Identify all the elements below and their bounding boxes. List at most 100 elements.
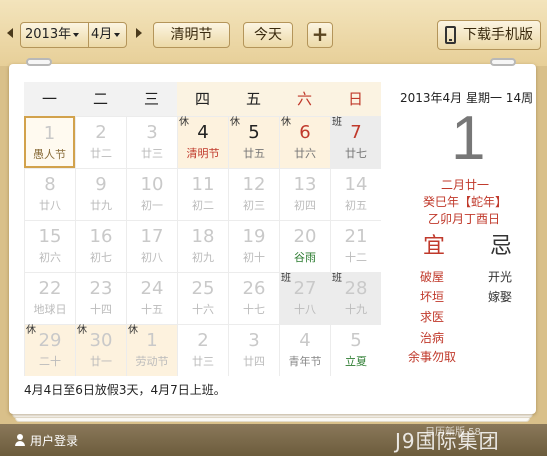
day-cell[interactable]: 8 廿八 bbox=[24, 168, 75, 220]
day-number: 3 bbox=[248, 330, 260, 351]
phone-icon bbox=[445, 26, 456, 44]
ji-title: 忌 bbox=[490, 234, 513, 259]
day-cell[interactable]: 班 27 十八 bbox=[279, 272, 330, 324]
day-number: 7 bbox=[350, 122, 362, 143]
day-lunar: 廿五 bbox=[243, 147, 265, 160]
day-cell[interactable]: 19 初十 bbox=[228, 220, 279, 272]
binder-clip-icon bbox=[26, 58, 52, 66]
day-cell[interactable]: 1 愚人节 bbox=[24, 116, 75, 168]
download-mobile-label: 下载手机版 bbox=[463, 27, 533, 43]
day-cell[interactable]: 4 青年节 bbox=[279, 324, 330, 376]
month-select[interactable]: 4月 bbox=[88, 23, 126, 47]
day-cell[interactable]: 17 初八 bbox=[126, 220, 177, 272]
day-lunar: 十七 bbox=[243, 303, 265, 316]
day-lunar: 廿三 bbox=[141, 147, 163, 160]
month-grid: 一二三四五六日 1 愚人节 2 廿二 3 廿三休 4 清明节休 5 廿五休 6 廿六班 7 廿七 8 廿八 9 廿九… bbox=[24, 82, 381, 380]
day-number: 15 bbox=[38, 226, 62, 247]
day-lunar: 十九 bbox=[345, 303, 367, 316]
day-number: 29 bbox=[38, 330, 62, 351]
add-button[interactable]: + bbox=[307, 22, 333, 48]
yi-item: 求医 bbox=[420, 310, 445, 324]
binder-clip-icon bbox=[490, 58, 516, 66]
day-cell[interactable]: 15 初六 bbox=[24, 220, 75, 272]
day-cell[interactable]: 2 廿二 bbox=[75, 116, 126, 168]
day-cell[interactable]: 12 初三 bbox=[228, 168, 279, 220]
yi-item: 坏垣 bbox=[420, 290, 445, 304]
day-cell[interactable]: 班 28 十九 bbox=[330, 272, 381, 324]
day-cell[interactable]: 23 十四 bbox=[75, 272, 126, 324]
weekday-header: 六 bbox=[279, 82, 330, 116]
day-number: 4 bbox=[299, 330, 311, 351]
day-lunar: 二十 bbox=[39, 355, 61, 368]
day-cell[interactable]: 休 4 清明节 bbox=[177, 116, 228, 168]
day-lunar: 地球日 bbox=[33, 303, 67, 316]
day-number: 3 bbox=[146, 122, 158, 143]
day-cell[interactable]: 休 29 二十 bbox=[24, 324, 75, 376]
holiday-note: 4月4日至6日放假3天，4月7日上班。 bbox=[24, 383, 226, 397]
day-cell[interactable]: 11 初二 bbox=[177, 168, 228, 220]
user-icon bbox=[14, 434, 26, 446]
day-cell[interactable]: 休 30 廿一 bbox=[75, 324, 126, 376]
day-cell[interactable]: 20 谷雨 bbox=[279, 220, 330, 272]
day-number: 5 bbox=[350, 330, 362, 351]
day-number: 2 bbox=[197, 330, 209, 351]
day-cell[interactable]: 休 1 劳动节 bbox=[126, 324, 177, 376]
day-number: 13 bbox=[293, 174, 317, 195]
day-cell[interactable]: 5 立夏 bbox=[330, 324, 381, 376]
day-number: 1 bbox=[146, 330, 158, 351]
day-number: 24 bbox=[140, 278, 164, 299]
day-cell[interactable]: 25 十六 bbox=[177, 272, 228, 324]
next-arrow-icon[interactable] bbox=[136, 28, 142, 38]
login-button[interactable]: 用户登录 bbox=[14, 432, 78, 449]
day-number: 2 bbox=[95, 122, 107, 143]
day-lunar: 初一 bbox=[141, 199, 163, 212]
day-cell[interactable]: 22 地球日 bbox=[24, 272, 75, 324]
day-lunar: 廿一 bbox=[90, 355, 112, 368]
day-lunar: 初二 bbox=[192, 199, 214, 212]
day-cell[interactable]: 休 6 廿六 bbox=[279, 116, 330, 168]
day-lunar: 十八 bbox=[294, 303, 316, 316]
chevron-down-icon bbox=[114, 32, 121, 37]
day-cell[interactable]: 班 7 廿七 bbox=[330, 116, 381, 168]
day-cell[interactable]: 10 初一 bbox=[126, 168, 177, 220]
day-cell[interactable]: 21 十二 bbox=[330, 220, 381, 272]
day-cell[interactable]: 3 廿三 bbox=[126, 116, 177, 168]
weekday-header: 三 bbox=[126, 82, 177, 116]
day-lunar: 初三 bbox=[243, 199, 265, 212]
day-lunar: 十四 bbox=[90, 303, 112, 316]
year-select[interactable]: 2013年 bbox=[25, 23, 87, 47]
yi-item: 治病 bbox=[420, 331, 445, 345]
day-lunar: 廿七 bbox=[345, 147, 367, 160]
day-lunar: 初十 bbox=[243, 251, 265, 264]
day-cell[interactable]: 9 廿九 bbox=[75, 168, 126, 220]
yi-item: 余事勿取 bbox=[408, 350, 457, 364]
day-cell[interactable]: 3 廿四 bbox=[228, 324, 279, 376]
day-cell[interactable]: 18 初九 bbox=[177, 220, 228, 272]
day-lunar: 十二 bbox=[345, 251, 367, 264]
day-lunar: 初七 bbox=[90, 251, 112, 264]
today-button[interactable]: 今天 bbox=[243, 22, 293, 48]
day-cell[interactable]: 2 廿三 bbox=[177, 324, 228, 376]
weekday-header: 二 bbox=[75, 82, 126, 116]
day-number: 17 bbox=[140, 226, 164, 247]
day-cell[interactable]: 26 十七 bbox=[228, 272, 279, 324]
chevron-down-icon bbox=[73, 32, 80, 37]
holiday-button[interactable]: 清明节 bbox=[153, 22, 230, 48]
day-lunar: 初八 bbox=[141, 251, 163, 264]
day-cell[interactable]: 休 5 廿五 bbox=[228, 116, 279, 168]
yi-item: 破屋 bbox=[420, 270, 445, 284]
watermark: J9国际集团 bbox=[395, 429, 500, 453]
day-cell[interactable]: 16 初七 bbox=[75, 220, 126, 272]
detail-big-day: 1 bbox=[451, 104, 486, 173]
date-selector: 2013年 4月 bbox=[20, 22, 127, 48]
day-cell[interactable]: 14 初五 bbox=[330, 168, 381, 220]
day-cell[interactable]: 13 初四 bbox=[279, 168, 330, 220]
day-lunar: 清明节 bbox=[186, 147, 220, 160]
day-number: 23 bbox=[89, 278, 113, 299]
detail-ganzhi-month-day: 乙卯月丁酉日 bbox=[428, 212, 501, 226]
prev-arrow-icon[interactable] bbox=[7, 28, 13, 38]
download-mobile-button[interactable]: 下载手机版 bbox=[437, 20, 541, 50]
day-lunar: 廿九 bbox=[90, 199, 112, 212]
day-lunar: 廿四 bbox=[243, 355, 265, 368]
day-cell[interactable]: 24 十五 bbox=[126, 272, 177, 324]
